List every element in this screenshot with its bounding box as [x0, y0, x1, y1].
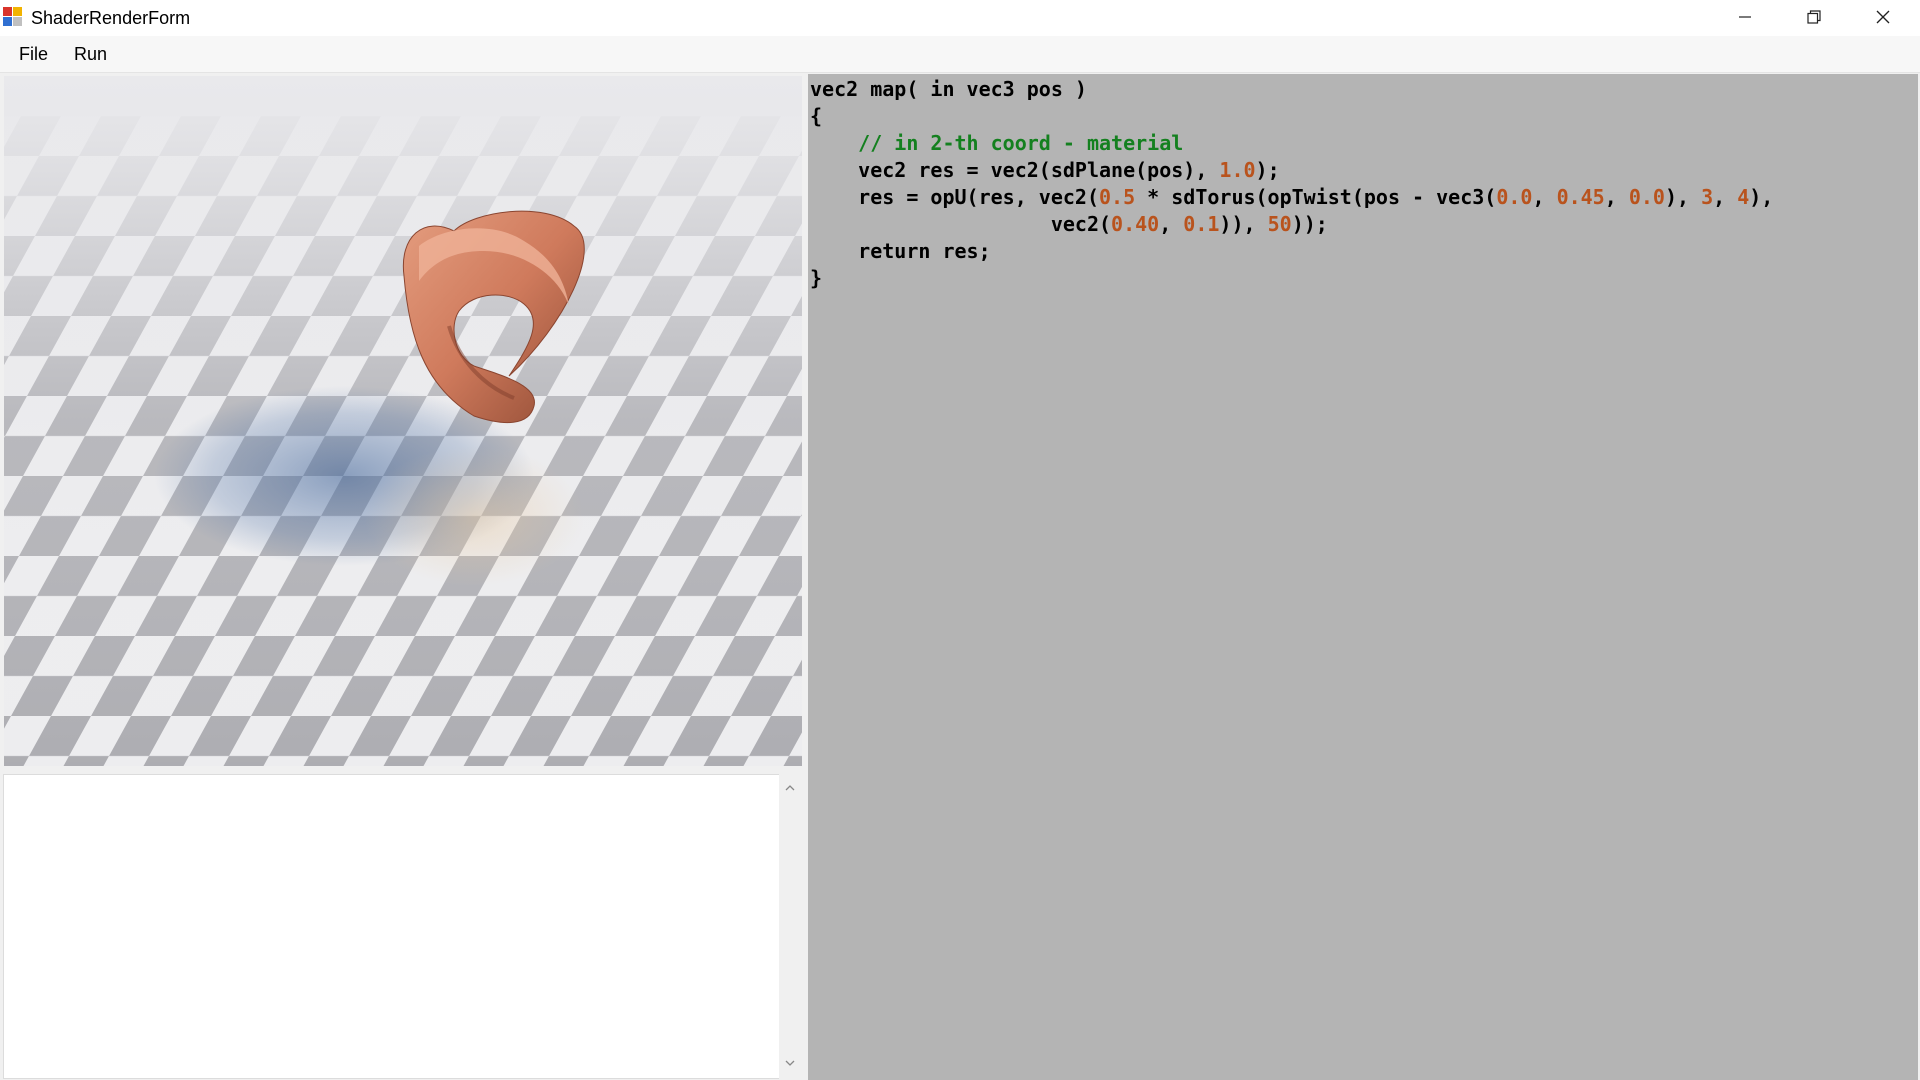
- code-token: ),: [1749, 185, 1774, 209]
- output-scrollbar[interactable]: [779, 774, 801, 1079]
- window-title: ShaderRenderForm: [31, 8, 191, 28]
- code-token: {: [810, 104, 823, 128]
- code-line[interactable]: vec2 res = vec2(sdPlane(pos), 1.0);: [810, 157, 1773, 184]
- code-number: 0.5: [1098, 185, 1136, 209]
- code-line[interactable]: return res;: [810, 238, 1773, 265]
- code-token: }: [810, 266, 823, 290]
- code-token: ,: [1604, 185, 1629, 209]
- code-number: 0.1: [1183, 212, 1220, 236]
- code-comment: // in 2-th coord - material: [810, 131, 1184, 155]
- code-token: ,: [1713, 185, 1738, 209]
- code-line[interactable]: {: [810, 103, 1773, 130]
- code-line[interactable]: vec2(0.40, 0.1)), 50));: [810, 211, 1773, 238]
- code-token: ,: [1159, 212, 1184, 236]
- code-line[interactable]: // in 2-th coord - material: [810, 130, 1773, 157]
- code-token: vec2 map( in vec3 pos ): [810, 77, 1087, 101]
- code-token: ),: [1664, 185, 1702, 209]
- output-log[interactable]: [3, 774, 781, 1079]
- minimize-icon: [1739, 16, 1751, 18]
- close-icon: [1876, 10, 1890, 24]
- restore-button[interactable]: [1779, 0, 1849, 34]
- code-number: 0.45: [1556, 185, 1605, 209]
- code-number: 50: [1267, 212, 1292, 236]
- code-line[interactable]: }: [810, 265, 1773, 292]
- code-token: ));: [1291, 212, 1328, 236]
- code-token: return res;: [810, 239, 991, 263]
- shader-render-window: ShaderRenderForm File Run vec2 map(in v…: [0, 0, 1920, 1080]
- code-token: ,: [1532, 185, 1557, 209]
- shader-code[interactable]: vec2 map( in vec3 pos ) { // in 2-th coor…: [810, 76, 1773, 292]
- code-token: vec2(: [810, 212, 1112, 236]
- code-token: vec2 res = vec2(sdPlane(pos),: [810, 158, 1220, 182]
- close-button[interactable]: [1848, 0, 1918, 34]
- menu-file[interactable]: File: [11, 42, 56, 66]
- code-number: 0.40: [1111, 212, 1160, 236]
- menu-run[interactable]: Run: [66, 42, 115, 66]
- code-number: 0.0: [1496, 185, 1533, 209]
- title-bar: ShaderRenderForm: [0, 0, 1920, 36]
- code-line[interactable]: res = opU(res, vec2(0.5 * sdTorus(opTwis…: [810, 184, 1773, 211]
- menu-bar: File Run: [0, 36, 1920, 73]
- code-token: * sdTorus(opTwist(pos - vec3(: [1135, 185, 1497, 209]
- code-number: 0.0: [1628, 185, 1665, 209]
- code-token: );: [1255, 158, 1280, 182]
- rendered-scene: [4, 76, 802, 766]
- scroll-up-icon[interactable]: [784, 782, 796, 794]
- app-icon: [3, 7, 23, 27]
- scroll-down-icon[interactable]: [784, 1057, 796, 1069]
- code-number: 3: [1701, 185, 1714, 209]
- shader-code-editor[interactable]: vec2 map( in vec3 pos ) { // in 2-th coor…: [808, 74, 1918, 1080]
- code-number: 4: [1737, 185, 1750, 209]
- render-viewport[interactable]: [4, 76, 802, 766]
- code-number: 1.0: [1219, 158, 1256, 182]
- code-line[interactable]: vec2 map( in vec3 pos ): [810, 76, 1773, 103]
- code-token: )),: [1219, 212, 1268, 236]
- minimize-button[interactable]: [1710, 0, 1780, 34]
- code-token: res = opU(res, vec2(: [810, 185, 1099, 209]
- restore-icon: [1807, 10, 1821, 24]
